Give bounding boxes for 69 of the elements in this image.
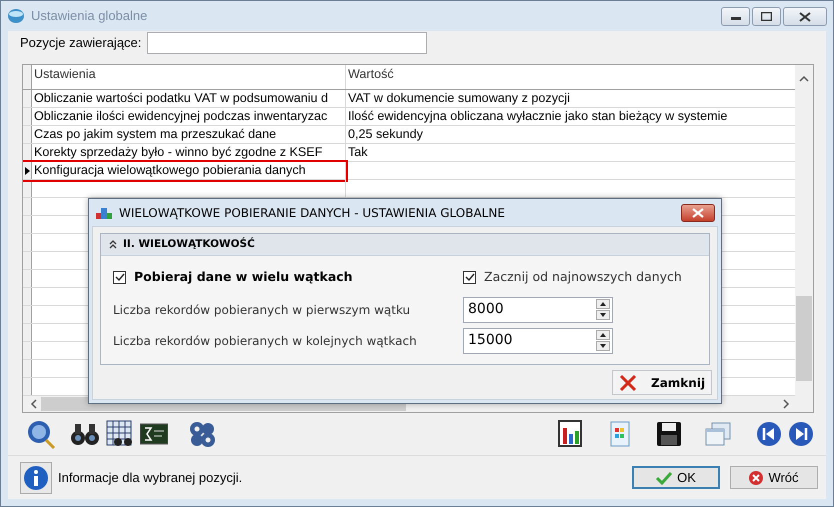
table-cell-text: 0,25 sekundy <box>347 126 424 143</box>
app-icon <box>7 8 25 24</box>
save-icon[interactable] <box>656 421 682 447</box>
binoculars-icon[interactable] <box>70 421 100 447</box>
down-arrow-icon <box>600 344 606 348</box>
close-button[interactable] <box>783 7 827 26</box>
table-cell-text: Tak <box>347 144 369 161</box>
document-icon[interactable] <box>608 420 632 448</box>
number-spinner[interactable]: 15000 <box>463 328 613 354</box>
field-label: Liczba rekordów pobieranych w kolejnych wątkach <box>113 332 418 350</box>
back-button[interactable]: Wróć <box>730 466 818 489</box>
decrement-button[interactable] <box>596 341 610 351</box>
down-arrow-icon <box>600 313 606 317</box>
gears-icon[interactable] <box>188 420 216 448</box>
checkbox-label[interactable]: Pobieraj dane w wielu wątkach <box>134 268 353 286</box>
field-label: Liczba rekordów pobieranych w pierwszym wątku <box>113 302 412 318</box>
chart-icon[interactable] <box>558 420 584 448</box>
check-icon <box>464 272 474 282</box>
close-button[interactable] <box>681 204 715 222</box>
ok-button[interactable]: OK <box>632 466 720 489</box>
column-header[interactable]: Ustawienia <box>32 65 346 89</box>
cancel-icon <box>749 470 764 484</box>
number-spinner[interactable]: 8000 <box>463 296 613 322</box>
windows-icon[interactable] <box>704 421 732 447</box>
maximize-icon <box>761 12 772 21</box>
increment-button[interactable] <box>596 299 610 309</box>
maximize-button[interactable] <box>752 7 781 26</box>
dialog-title: WIELOWĄTKOWE POBIERANIE DANYCH - USTAWIENIA GLOBALNE <box>119 204 505 222</box>
increment-button[interactable] <box>596 330 610 340</box>
scroll-right-icon[interactable] <box>781 399 791 409</box>
table-cell-text: Ilość ewidencyjna obliczana wyłacznie jako stan bieżący w systemie <box>347 108 728 125</box>
check-icon <box>114 272 124 282</box>
scroll-up-icon[interactable] <box>799 75 809 83</box>
scroll-left-icon[interactable] <box>29 399 39 409</box>
up-arrow-icon <box>600 302 606 306</box>
close-dialog-button[interactable]: Zamknij <box>612 370 712 395</box>
table-search-icon[interactable] <box>106 420 134 448</box>
column-header[interactable]: Wartość <box>346 65 795 89</box>
table-cell: Obliczanie wartości podatku VAT w podsumowaniu d <box>32 90 346 107</box>
row-header[interactable] <box>23 162 32 179</box>
cross-icon <box>619 374 637 392</box>
up-arrow-icon <box>600 333 606 337</box>
filter-label: Pozycje zawierające: <box>20 34 142 52</box>
info-icon <box>23 464 49 490</box>
table-cell-text: VAT w dokumencie sumowany z pozycji <box>347 90 571 107</box>
vertical-scrollbar[interactable] <box>795 65 813 396</box>
table-cell: Obliczanie ilości ewidencyjnej podczas inwentaryzac <box>32 108 346 125</box>
search-icon[interactable] <box>26 419 56 449</box>
table-cell: Czas po jakim system ma przeszukać dane <box>32 126 346 143</box>
checkbox[interactable] <box>113 270 126 284</box>
checkbox-label[interactable]: Zacznij od najnowszych danych <box>484 268 682 286</box>
table-cell: Konfiguracja wielowątkowego pobierania danych <box>32 162 346 179</box>
info-button[interactable] <box>20 462 52 494</box>
window-title: Ustawienia globalne <box>31 7 148 26</box>
scrollbar-thumb[interactable] <box>796 296 812 381</box>
close-icon <box>799 12 811 22</box>
check-icon <box>656 470 672 484</box>
filter-field[interactable] <box>147 32 428 54</box>
row-pointer-icon <box>23 166 31 176</box>
table-cell: Korekty sprzedaży było - winno być zgodne z KSEF <box>32 144 346 161</box>
decrement-button[interactable] <box>596 310 610 320</box>
first-record-icon[interactable] <box>756 421 782 447</box>
section-header[interactable]: II. WIELOWĄTKOWOŚĆ <box>101 234 709 256</box>
close-icon <box>692 208 704 218</box>
minimize-button[interactable] <box>721 7 750 26</box>
last-record-icon[interactable] <box>788 421 814 447</box>
sum-icon[interactable] <box>140 422 168 446</box>
info-text: Informacje dla wybranej pozycji. <box>58 468 242 487</box>
checkbox[interactable] <box>463 270 476 284</box>
